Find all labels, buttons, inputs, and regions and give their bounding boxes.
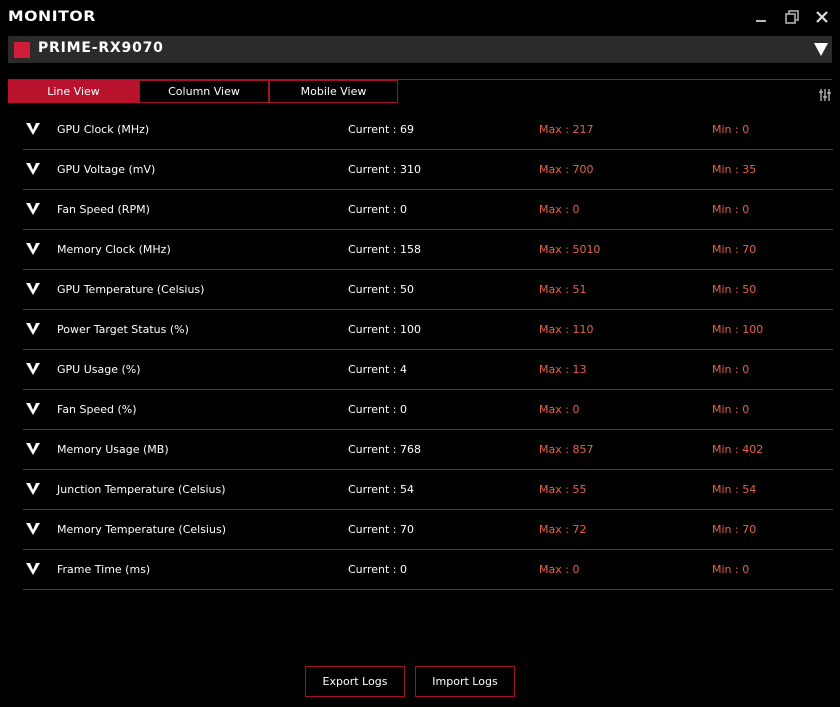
- chevron-down-icon[interactable]: [25, 442, 41, 456]
- metric-current: Current : 0: [348, 203, 408, 216]
- metric-row: GPU Temperature (Celsius) Current : 50 Max…: [23, 270, 833, 310]
- metric-name: GPU Voltage (mV): [57, 163, 156, 176]
- metrics-list: GPU Clock (MHz) Current : 69 Max : 217 Min …: [23, 110, 833, 590]
- metric-row: Memory Usage (MB) Current : 768 Max : 857 M…: [23, 430, 833, 470]
- metric-current: Current : 69: [348, 123, 415, 136]
- close-icon[interactable]: [814, 9, 830, 25]
- metric-name: Memory Usage (MB): [57, 443, 169, 456]
- metric-row: Fan Speed (RPM) Current : 0 Max : 0 Min : 0: [23, 190, 833, 230]
- metric-min: Min : 100: [712, 323, 764, 336]
- metric-max: Max : 72: [539, 523, 587, 536]
- metric-min: Min : 35: [712, 163, 757, 176]
- metric-current: Current : 0: [348, 563, 408, 576]
- metric-current: Current : 4: [348, 363, 408, 376]
- metric-row: Memory Temperature (Celsius) Current : 70…: [23, 510, 833, 550]
- chevron-down-icon[interactable]: [25, 202, 41, 216]
- metric-max: Max : 700: [539, 163, 594, 176]
- chevron-down-icon[interactable]: [25, 402, 41, 416]
- metric-row: Power Target Status (%) Current : 100 Max …: [23, 310, 833, 350]
- metric-min: Min : 0: [712, 403, 750, 416]
- metric-max: Max : 5010: [539, 243, 601, 256]
- metric-row: Fan Speed (%) Current : 0 Max : 0 Min : 0: [23, 390, 833, 430]
- minimize-icon[interactable]: [753, 9, 769, 25]
- metric-name: Power Target Status (%): [57, 323, 189, 336]
- metric-current: Current : 70: [348, 523, 415, 536]
- metric-name: Junction Temperature (Celsius): [57, 483, 226, 496]
- metric-name: Memory Clock (MHz): [57, 243, 171, 256]
- chevron-down-icon[interactable]: [25, 242, 41, 256]
- chevron-down-icon[interactable]: [25, 322, 41, 336]
- metric-min: Min : 70: [712, 243, 757, 256]
- metric-row: Memory Clock (MHz) Current : 158 Max : 501…: [23, 230, 833, 270]
- metric-min: Min : 0: [712, 123, 750, 136]
- metric-min: Min : 0: [712, 563, 750, 576]
- metric-current: Current : 50: [348, 283, 415, 296]
- device-name: PRIME-RX9070: [38, 40, 164, 56]
- metric-max: Max : 110: [539, 323, 594, 336]
- device-color-swatch: [14, 42, 30, 58]
- metric-row: GPU Clock (MHz) Current : 69 Max : 217 Min …: [23, 110, 833, 150]
- settings-sliders-icon[interactable]: [818, 88, 832, 102]
- metric-current: Current : 100: [348, 323, 422, 336]
- metric-max: Max : 857: [539, 443, 594, 456]
- metric-max: Max : 13: [539, 363, 587, 376]
- metric-name: Frame Time (ms): [57, 563, 151, 576]
- metric-min: Min : 54: [712, 483, 757, 496]
- chevron-down-icon[interactable]: [25, 522, 41, 536]
- metric-current: Current : 310: [348, 163, 422, 176]
- tab-mobile-view[interactable]: Mobile View: [269, 80, 398, 103]
- metric-max: Max : 51: [539, 283, 587, 296]
- chevron-down-icon[interactable]: [25, 162, 41, 176]
- metric-name: Fan Speed (RPM): [57, 203, 150, 216]
- metric-max: Max : 0: [539, 203, 580, 216]
- metric-name: Fan Speed (%): [57, 403, 137, 416]
- metric-current: Current : 0: [348, 403, 408, 416]
- import-logs-button[interactable]: Import Logs: [415, 666, 515, 697]
- metric-max: Max : 217: [539, 123, 594, 136]
- metric-current: Current : 54: [348, 483, 415, 496]
- metric-min: Min : 0: [712, 363, 750, 376]
- metric-name: GPU Clock (MHz): [57, 123, 150, 136]
- metric-current: Current : 768: [348, 443, 422, 456]
- metric-min: Min : 0: [712, 203, 750, 216]
- metric-name: GPU Usage (%): [57, 363, 141, 376]
- metric-row: Frame Time (ms) Current : 0 Max : 0 Min : 0: [23, 550, 833, 590]
- metric-row: Junction Temperature (Celsius) Current : …: [23, 470, 833, 510]
- export-logs-button[interactable]: Export Logs: [305, 666, 405, 697]
- metric-name: GPU Temperature (Celsius): [57, 283, 205, 296]
- metric-max: Max : 55: [539, 483, 587, 496]
- metric-name: Memory Temperature (Celsius): [57, 523, 226, 536]
- metric-min: Min : 402: [712, 443, 764, 456]
- restore-icon[interactable]: [784, 9, 800, 25]
- chevron-down-icon[interactable]: [25, 282, 41, 296]
- metric-min: Min : 70: [712, 523, 757, 536]
- title-bar: MONITOR: [0, 0, 840, 34]
- monitor-window: MONITOR PRIME-RX9070 Line View Column Vi…: [0, 0, 840, 707]
- metric-min: Min : 50: [712, 283, 757, 296]
- chevron-down-icon[interactable]: [25, 122, 41, 136]
- chevron-down-icon[interactable]: [25, 562, 41, 576]
- chevron-down-icon[interactable]: [25, 482, 41, 496]
- tab-line-view[interactable]: Line View: [8, 80, 139, 103]
- app-title: MONITOR: [8, 9, 96, 25]
- chevron-down-icon[interactable]: [813, 41, 829, 57]
- chevron-down-icon[interactable]: [25, 362, 41, 376]
- device-selector[interactable]: PRIME-RX9070: [8, 36, 832, 63]
- metric-row: GPU Voltage (mV) Current : 310 Max : 700 Mi…: [23, 150, 833, 190]
- metric-current: Current : 158: [348, 243, 422, 256]
- metric-max: Max : 0: [539, 403, 580, 416]
- tab-column-view[interactable]: Column View: [139, 80, 269, 103]
- metric-max: Max : 0: [539, 563, 580, 576]
- metric-row: GPU Usage (%) Current : 4 Max : 13 Min : 0: [23, 350, 833, 390]
